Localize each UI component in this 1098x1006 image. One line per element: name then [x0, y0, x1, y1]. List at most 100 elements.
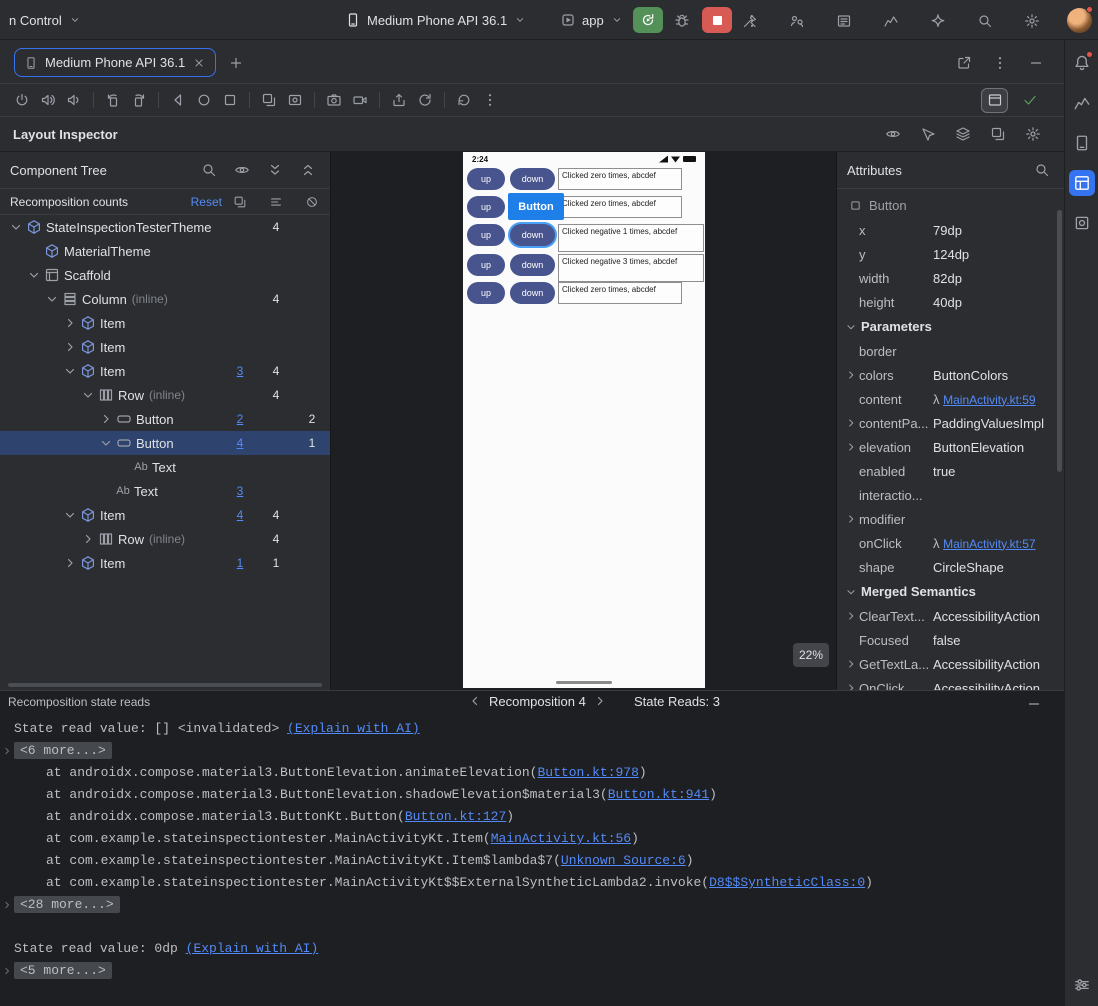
source-location-link[interactable]: MainActivity.kt:59 — [943, 393, 1035, 407]
chevron-down-icon[interactable] — [80, 387, 96, 403]
volume-down-button[interactable] — [62, 88, 86, 112]
expand-all-button[interactable] — [263, 158, 287, 182]
chevron-down-icon[interactable] — [98, 435, 114, 451]
video-camera-button[interactable] — [348, 88, 372, 112]
gear-button[interactable] — [1020, 9, 1044, 33]
hide-console-button[interactable] — [1022, 692, 1046, 716]
console-line-trace[interactable]: at com.example.stateinspectiontester.Mai… — [0, 850, 1064, 872]
fold-expand-icon[interactable] — [1, 743, 13, 755]
stop-button[interactable] — [702, 7, 732, 33]
attribute-row-gettextla[interactable]: GetTextLa... AccessibilityAction — [837, 652, 1064, 676]
chevron-right-icon[interactable] — [843, 511, 859, 527]
device-up-button[interactable]: up — [467, 168, 505, 190]
console-line-state[interactable]: State read value: 0dp (Explain with AI) — [0, 938, 1064, 960]
device-down-button[interactable]: down — [510, 282, 555, 304]
counts-column-icon[interactable] — [222, 195, 258, 209]
layers-3d-button[interactable] — [951, 122, 975, 146]
more-vertical-button[interactable] — [478, 88, 502, 112]
console-line-trace[interactable]: at androidx.compose.material3.ButtonElev… — [0, 762, 1064, 784]
recomposition-count[interactable]: 1 — [258, 556, 294, 570]
tree-node-button[interactable]: Button 2 2 — [0, 407, 330, 431]
device-down-button[interactable]: down — [510, 224, 555, 246]
tree-node-item[interactable]: Item 3 4 — [0, 359, 330, 383]
chevron-right-icon[interactable] — [843, 656, 859, 672]
eye-button[interactable] — [881, 122, 905, 146]
sync-button[interactable] — [413, 88, 437, 112]
rotate-left-button[interactable] — [101, 88, 125, 112]
source-location-link[interactable]: Button.kt:941 — [608, 787, 709, 802]
layout-inspector-tool-button[interactable] — [1068, 170, 1095, 196]
attribute-row-elevation[interactable]: elevation ButtonElevation — [837, 435, 1064, 459]
gemini-button[interactable] — [926, 9, 950, 33]
run-configuration-selector[interactable]: app — [553, 6, 631, 34]
device-down-button[interactable]: down — [510, 254, 555, 276]
recomposition-count[interactable]: 1 — [222, 556, 258, 570]
explain-with-ai-link[interactable]: (Explain with AI) — [186, 941, 319, 956]
screenshot-button[interactable] — [986, 122, 1010, 146]
chevron-down-icon[interactable] — [26, 267, 42, 283]
tree-node-stateinspectiontestertheme[interactable]: StateInspectionTesterTheme 4 — [0, 215, 330, 239]
vcs-widget[interactable]: n Control — [2, 6, 89, 34]
skips-column-icon[interactable] — [258, 195, 294, 209]
attribute-row-interactio[interactable]: interactio... — [837, 483, 1064, 507]
camera-button[interactable] — [322, 88, 346, 112]
tree-node-text[interactable]: Ab Text — [0, 455, 330, 479]
attributes-section-parameters[interactable]: Parameters — [837, 314, 1064, 339]
device-down-button[interactable]: down — [510, 168, 555, 190]
device-up-button[interactable]: up — [467, 254, 505, 276]
console-line-trace[interactable]: at androidx.compose.material3.ButtonElev… — [0, 784, 1064, 806]
chevron-down-icon[interactable] — [62, 507, 78, 523]
chevron-right-icon[interactable] — [98, 411, 114, 427]
chevron-right-icon[interactable] — [62, 315, 78, 331]
device-textfield[interactable]: Clicked negative 3 times, abcdef — [558, 254, 704, 282]
code-with-me-button[interactable] — [785, 9, 809, 33]
add-tab-button[interactable] — [224, 51, 248, 75]
console-line-trace[interactable]: at androidx.compose.material3.ButtonKt.B… — [0, 806, 1064, 828]
chevron-right-icon[interactable] — [843, 608, 859, 624]
previous-recomposition-button[interactable] — [466, 692, 484, 710]
chevron-right-icon[interactable] — [843, 415, 859, 431]
recomposition-count[interactable]: 4 — [258, 220, 294, 234]
device-textfield[interactable]: Clicked zero times, abcdef — [558, 282, 682, 304]
console-line-fold[interactable]: <6 more...> — [0, 740, 1064, 762]
share-button[interactable] — [387, 88, 411, 112]
attribute-row-cleartext[interactable]: ClearText... AccessibilityAction — [837, 604, 1064, 628]
rotate-right-button[interactable] — [127, 88, 151, 112]
inspect-mode-toggle[interactable] — [981, 87, 1008, 113]
recomposition-count[interactable]: 3 — [222, 484, 258, 498]
folded-lines[interactable]: <28 more...> — [14, 896, 120, 913]
chevron-right-icon[interactable] — [843, 439, 859, 455]
more-vertical-button[interactable] — [988, 51, 1012, 75]
attribute-row-modifier[interactable]: modifier — [837, 507, 1064, 531]
source-location-link[interactable]: Button.kt:978 — [537, 765, 638, 780]
bell-tool-button[interactable] — [1069, 50, 1095, 76]
tree-node-item[interactable]: Item — [0, 335, 330, 359]
console-panel[interactable]: State read value: [] <invalidated> (Expl… — [0, 712, 1064, 1006]
attribute-row-border[interactable]: border — [837, 339, 1064, 363]
profiler-tool-button[interactable] — [1069, 90, 1095, 116]
chevron-right-icon[interactable] — [62, 555, 78, 571]
tree-node-column[interactable]: Column (inline) 4 — [0, 287, 330, 311]
device-textfield[interactable]: Clicked zero times, abcdef — [558, 168, 682, 190]
tree-node-row[interactable]: Row (inline) 4 — [0, 527, 330, 551]
console-line-state[interactable]: State read value: [] <invalidated> (Expl… — [0, 718, 1064, 740]
folded-lines[interactable]: <5 more...> — [14, 962, 112, 979]
fold-expand-icon[interactable] — [1, 963, 13, 975]
screenshot-button[interactable] — [257, 88, 281, 112]
reset-counts-link[interactable]: Reset — [191, 195, 222, 209]
device-explorer-tool-button[interactable] — [1069, 130, 1095, 156]
tree-node-item[interactable]: Item — [0, 311, 330, 335]
build-tools-button[interactable] — [738, 9, 762, 33]
attribute-row-x[interactable]: x 79dp — [837, 218, 1064, 242]
device-textfield[interactable]: Clicked negative 1 times, abcdef — [558, 224, 704, 252]
recomposition-count[interactable]: 4 — [222, 508, 258, 522]
overview-button[interactable] — [218, 88, 242, 112]
attribute-row-y[interactable]: y 124dp — [837, 242, 1064, 266]
volume-up-button[interactable] — [36, 88, 60, 112]
recomposition-count[interactable]: 1 — [294, 436, 330, 450]
device-textfield[interactable]: Clicked zero times, abcdef — [558, 196, 682, 218]
chevron-right-icon[interactable] — [62, 339, 78, 355]
tree-node-item[interactable]: Item 4 4 — [0, 503, 330, 527]
next-recomposition-button[interactable] — [591, 692, 609, 710]
device-up-button[interactable]: up — [467, 282, 505, 304]
